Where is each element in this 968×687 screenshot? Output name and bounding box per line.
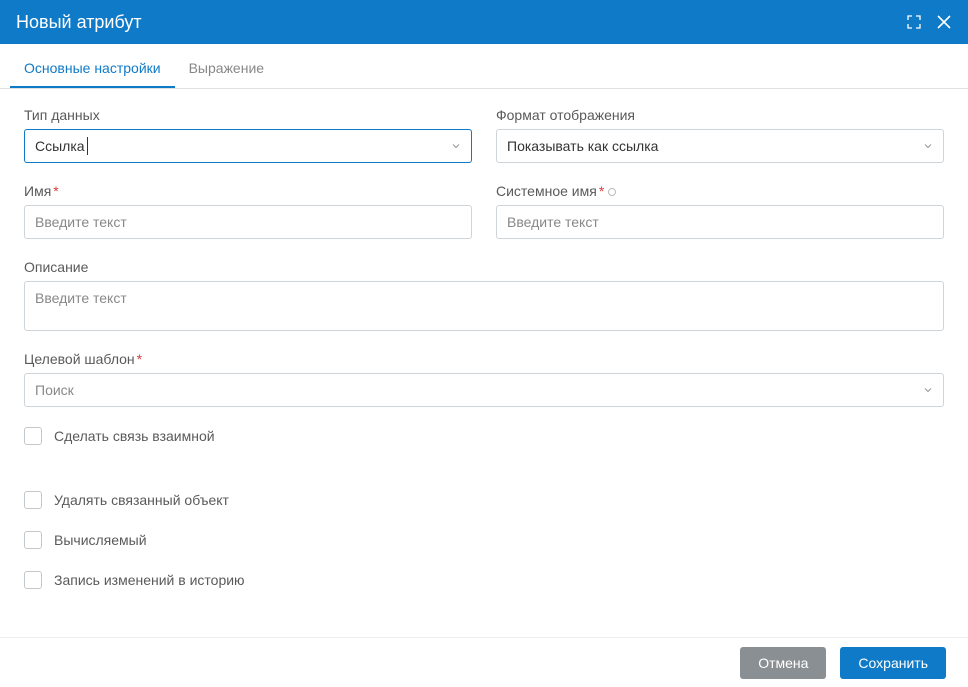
computed-label[interactable]: Вычисляемый: [54, 532, 147, 548]
display-format-select[interactable]: Показывать как ссылка: [496, 129, 944, 163]
dialog-header: Новый атрибут: [0, 0, 968, 44]
dialog-title: Новый атрибут: [16, 12, 142, 33]
description-textarea[interactable]: [24, 281, 944, 331]
tabs: Основные настройки Выражение: [0, 48, 968, 89]
data-type-select[interactable]: Ссылка: [24, 129, 472, 163]
system-name-input-wrapper: [496, 205, 944, 239]
mutual-link-label[interactable]: Сделать связь взаимной: [54, 428, 215, 444]
mutual-link-checkbox[interactable]: [24, 427, 42, 445]
help-icon[interactable]: [608, 188, 616, 196]
name-label: Имя*: [24, 183, 472, 199]
tab-expression[interactable]: Выражение: [175, 48, 278, 88]
history-label[interactable]: Запись изменений в историю: [54, 572, 245, 588]
data-type-label: Тип данных: [24, 107, 472, 123]
tab-main-settings[interactable]: Основные настройки: [10, 48, 175, 88]
name-input[interactable]: [35, 214, 461, 230]
target-template-label: Целевой шаблон*: [24, 351, 944, 367]
fullscreen-icon[interactable]: [906, 14, 922, 30]
required-marker: *: [599, 183, 604, 199]
target-template-select[interactable]: Поиск: [24, 373, 944, 407]
required-marker: *: [137, 351, 142, 367]
delete-linked-label[interactable]: Удалять связанный объект: [54, 492, 229, 508]
form-content: Тип данных Ссылка Формат отображения Пок…: [0, 89, 968, 629]
display-format-value: Показывать как ссылка: [507, 138, 658, 154]
name-input-wrapper: [24, 205, 472, 239]
text-cursor: [87, 137, 88, 155]
delete-linked-checkbox[interactable]: [24, 491, 42, 509]
system-name-input[interactable]: [507, 214, 933, 230]
computed-checkbox[interactable]: [24, 531, 42, 549]
cancel-button[interactable]: Отмена: [740, 647, 826, 679]
chevron-down-icon: [451, 138, 461, 154]
target-template-placeholder: Поиск: [35, 382, 74, 398]
chevron-down-icon: [923, 382, 933, 398]
history-checkbox[interactable]: [24, 571, 42, 589]
header-actions: [906, 14, 952, 30]
data-type-value: Ссылка: [35, 138, 85, 154]
system-name-label: Системное имя*: [496, 183, 944, 199]
required-marker: *: [53, 183, 58, 199]
save-button[interactable]: Сохранить: [840, 647, 946, 679]
dialog-footer: Отмена Сохранить: [0, 637, 968, 687]
display-format-label: Формат отображения: [496, 107, 944, 123]
description-label: Описание: [24, 259, 944, 275]
close-icon[interactable]: [936, 14, 952, 30]
chevron-down-icon: [923, 138, 933, 154]
